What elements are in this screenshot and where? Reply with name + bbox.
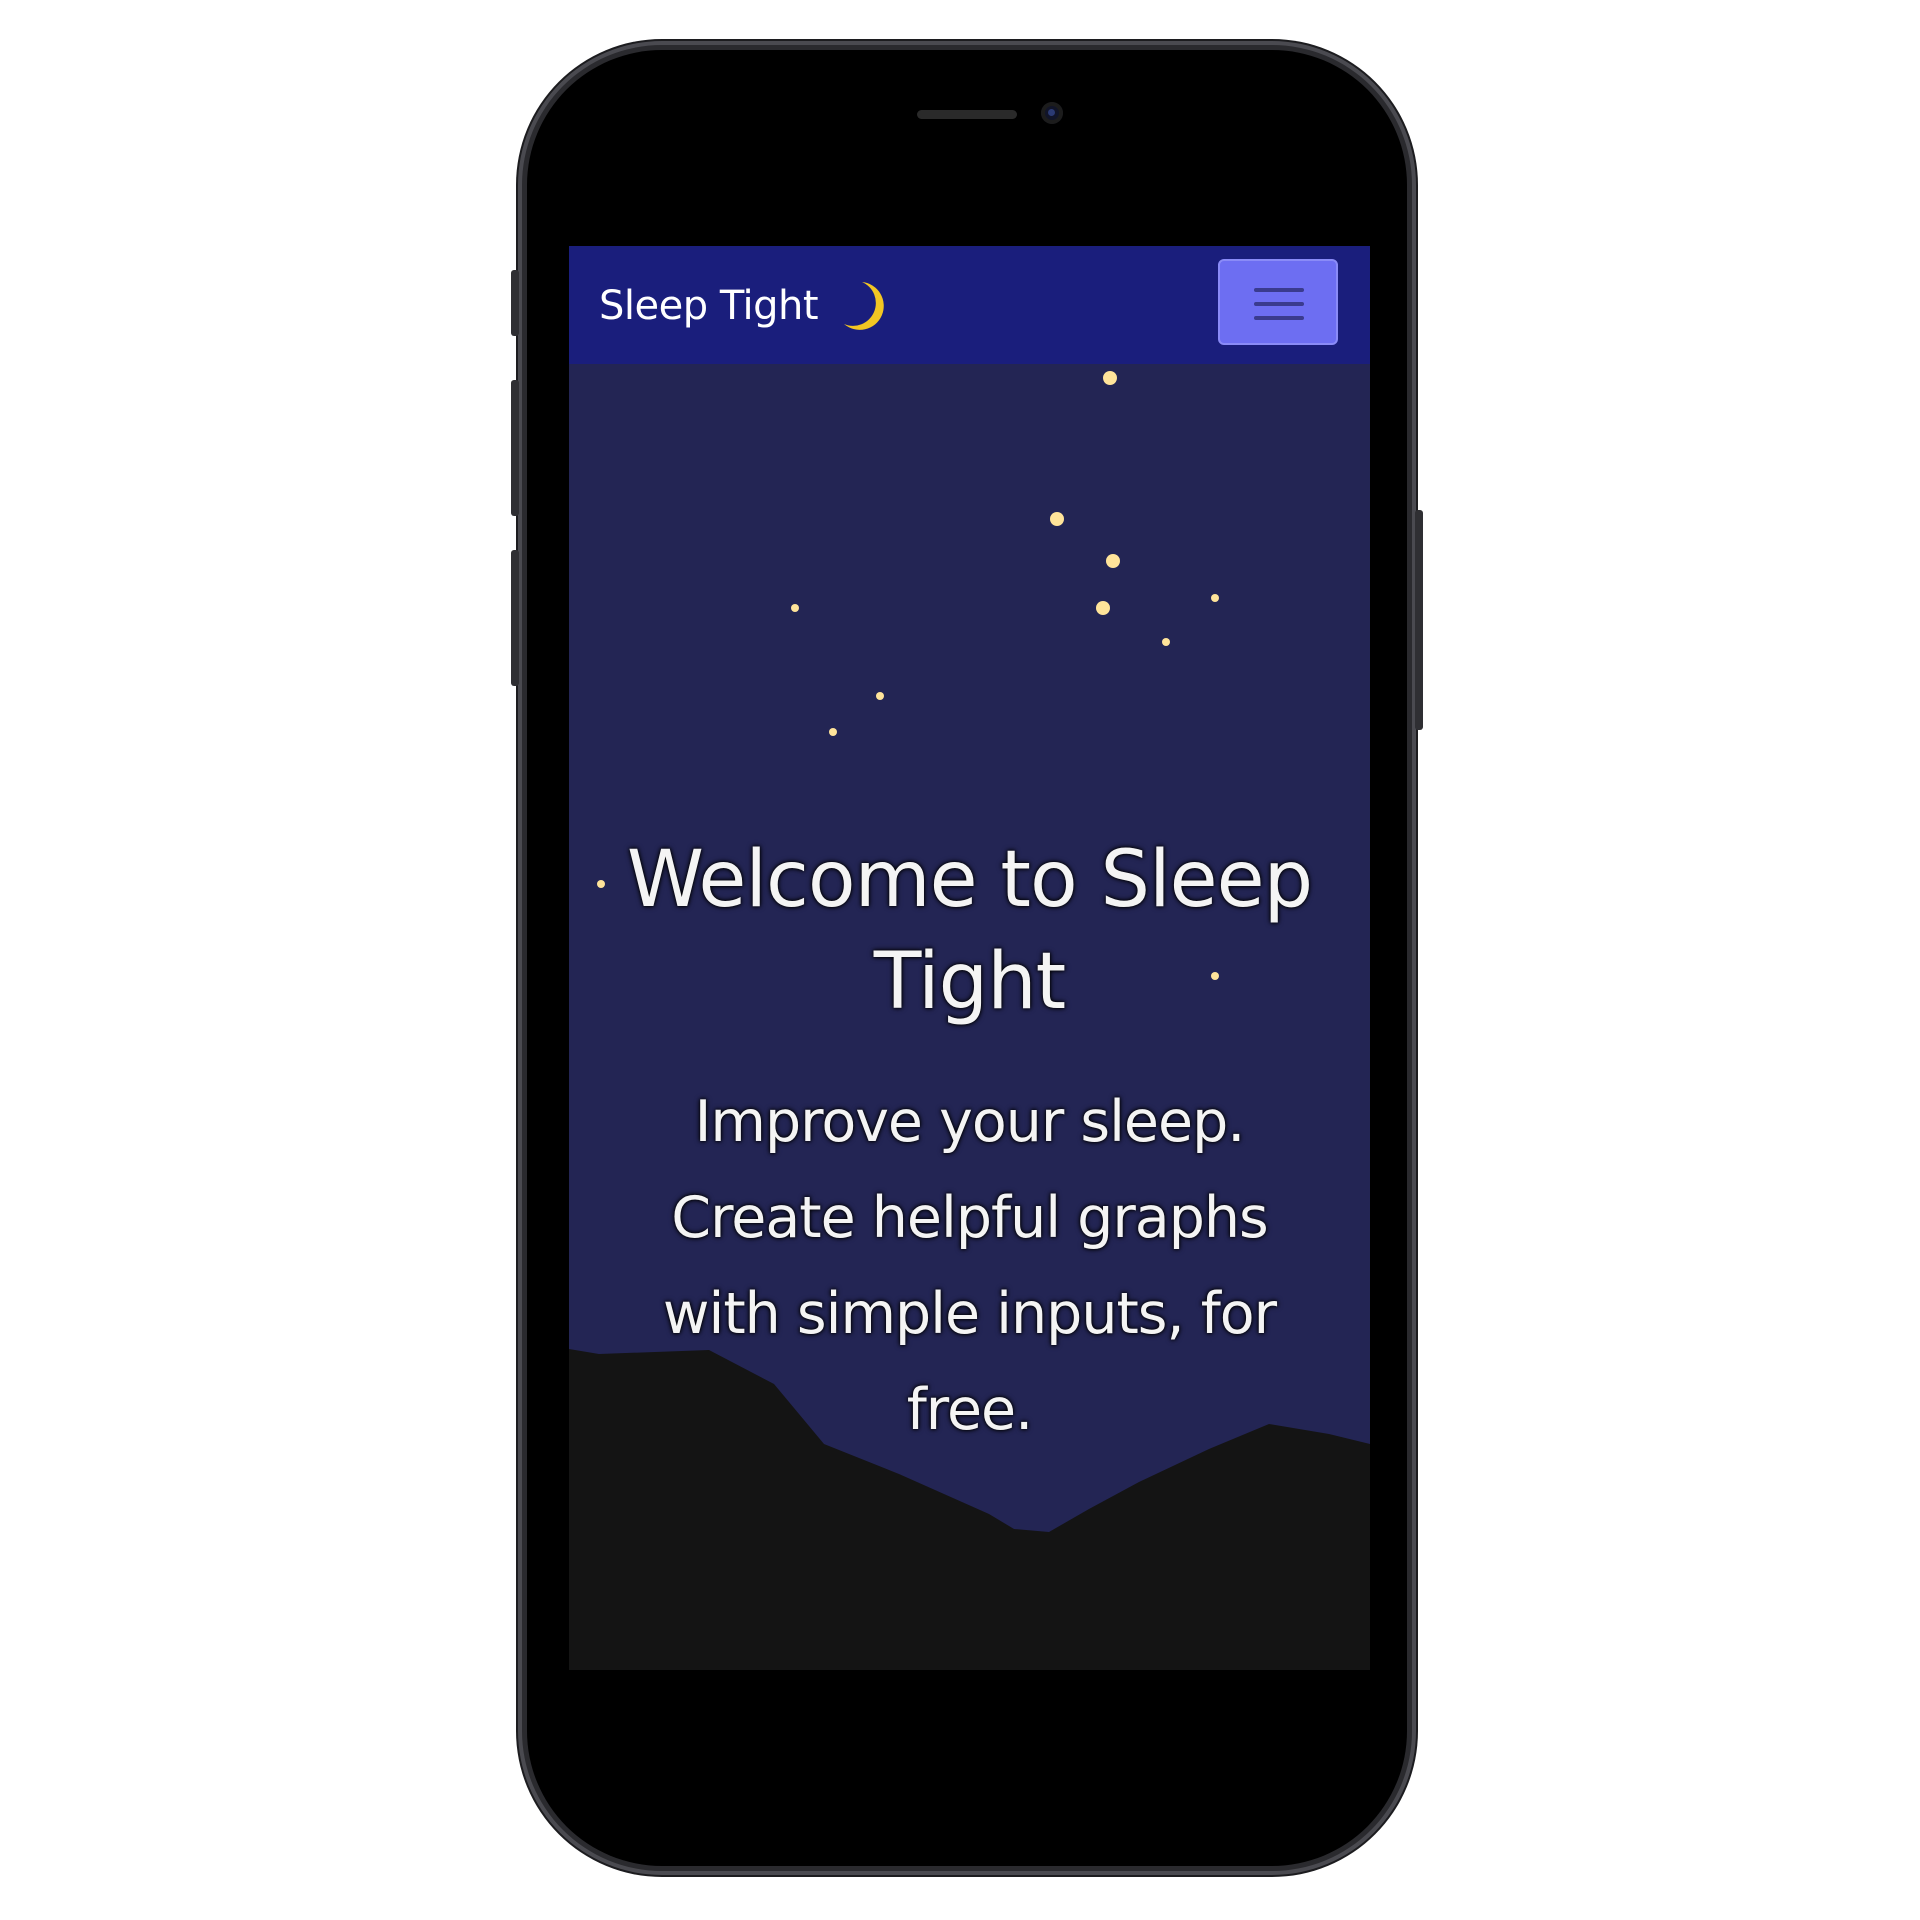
phone-volume-up-button [511,380,519,516]
hamburger-menu-icon-line [1254,316,1304,320]
navbar: Sleep Tight [569,246,1370,364]
phone-speaker [917,110,1017,119]
moon-illustration [1160,392,1346,584]
hero-section: Welcome to Sleep Tight Improve your slee… [569,364,1370,1670]
navbar-brand-link[interactable]: Sleep Tight [599,276,886,336]
hero-title: Welcome to Sleep Tight [626,835,1313,1027]
phone-power-button [1415,510,1423,730]
phone-volume-down-button [511,550,519,686]
hamburger-menu-icon [1254,288,1304,292]
front-camera-icon [1041,102,1063,124]
phone-side-button [511,270,519,336]
hero-subtitle: Improve your sleep. Create helpful graph… [662,1089,1277,1443]
hamburger-menu-button[interactable] [1218,259,1338,345]
phone-frame: Sleep Tight Welcome to Sleep Tight Impro… [511,50,1423,1866]
crescent-moon-icon [844,282,884,330]
hamburger-menu-icon-line [1254,302,1304,306]
brand-name: Sleep Tight [599,283,819,329]
app-screen: Sleep Tight Welcome to Sleep Tight Impro… [569,246,1370,1670]
